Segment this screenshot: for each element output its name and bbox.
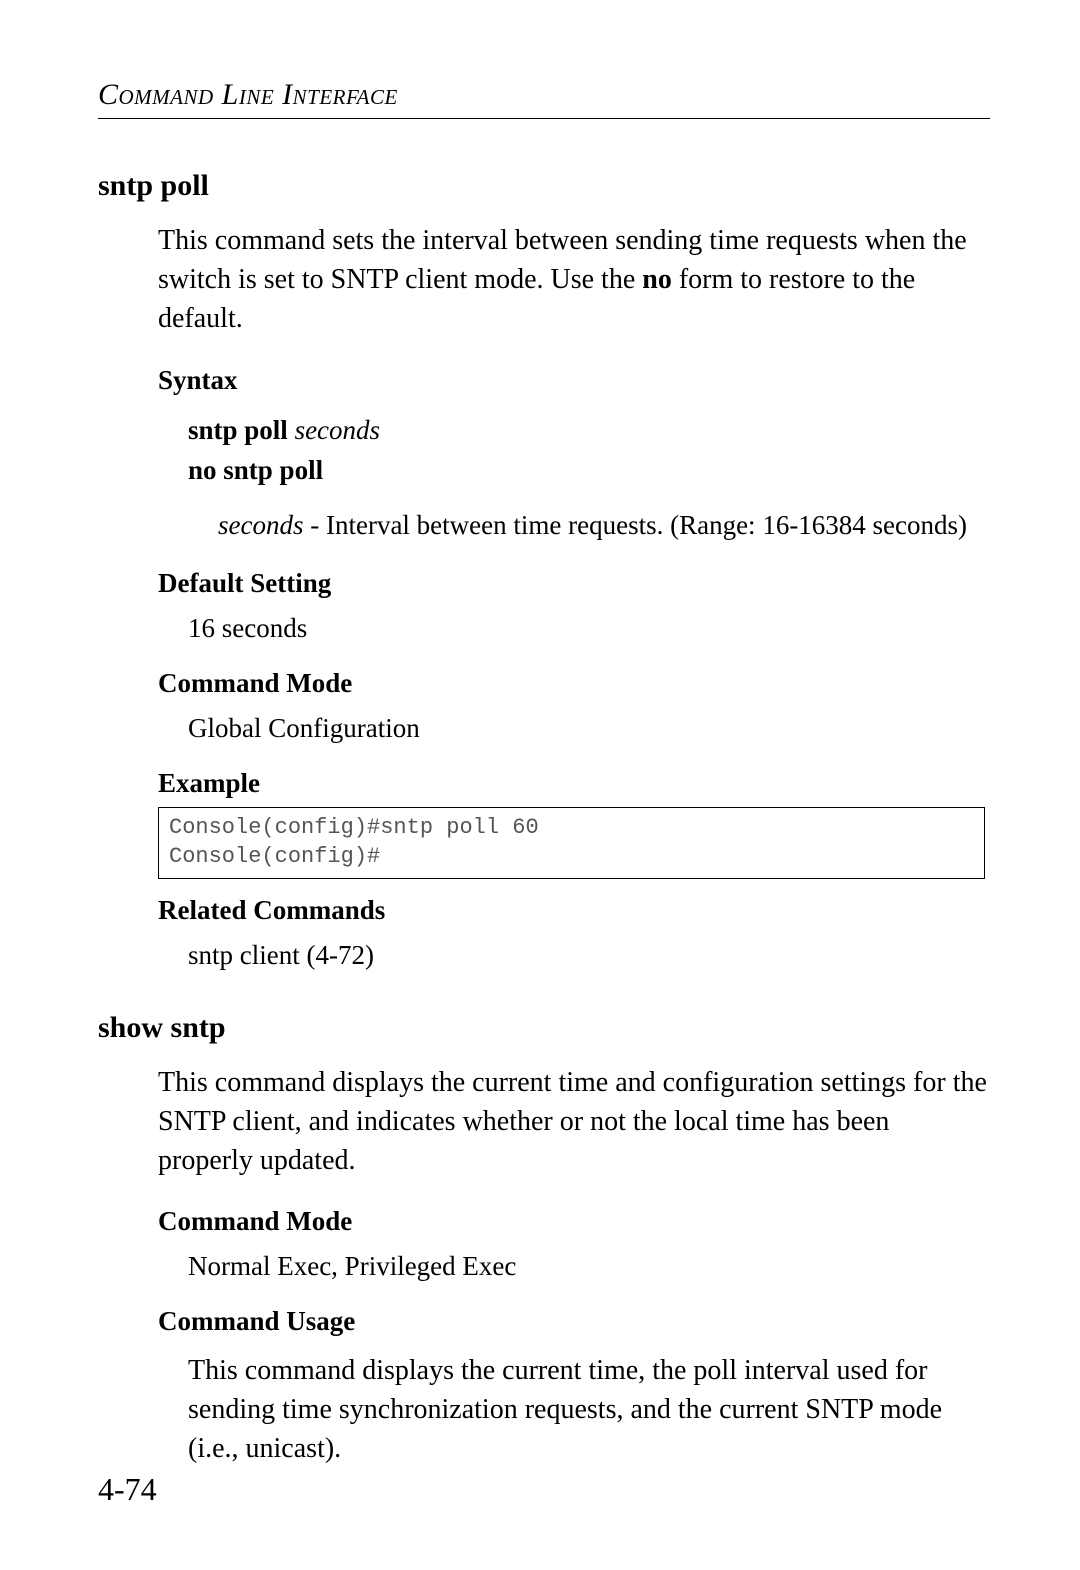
related-heading: Related Commands [158,895,990,926]
syntax-heading: Syntax [158,365,990,396]
mode-heading-2: Command Mode [158,1206,990,1237]
example-heading: Example [158,768,990,799]
usage-text: This command displays the current time, … [188,1351,990,1469]
intro-bold-no: no [642,264,672,295]
param-text: - Interval between time requests. (Range… [303,510,967,540]
mode-value-1: Global Configuration [188,713,990,744]
syntax-arg1: seconds [295,415,380,445]
sntp-poll-intro: This command sets the interval between s… [158,221,990,339]
section-title-sntp-poll: sntp poll [98,169,990,203]
section-title-show-sntp: show sntp [98,1011,990,1045]
mode-heading-1: Command Mode [158,668,990,699]
default-heading: Default Setting [158,568,990,599]
mode-value-2: Normal Exec, Privileged Exec [188,1251,990,1282]
syntax-cmd1: sntp poll [188,415,288,445]
param-name: seconds [218,510,303,540]
syntax-block: sntp poll seconds no sntp poll [188,410,990,491]
header-rule [98,118,990,119]
page-number: 4-74 [98,1471,157,1508]
default-value: 16 seconds [188,613,990,644]
syntax-cmd2: no sntp poll [188,455,323,485]
param-desc: seconds - Interval between time requests… [218,507,990,545]
show-sntp-intro: This command displays the current time a… [158,1063,990,1181]
usage-heading: Command Usage [158,1306,990,1337]
running-head: Command Line Interface [98,78,990,112]
example-code-block: Console(config)#sntp poll 60 Console(con… [158,807,985,878]
related-value: sntp client (4-72) [188,940,990,971]
